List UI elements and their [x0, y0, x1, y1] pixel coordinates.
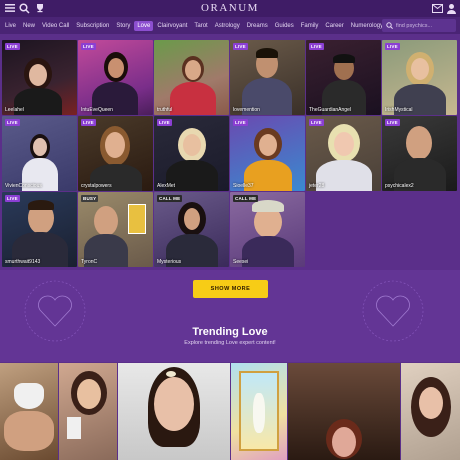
live-badge: LIVE [157, 119, 172, 126]
category-story[interactable]: Story [113, 21, 133, 31]
expert-card[interactable]: LIVE TheGuardianAngel [306, 40, 381, 115]
trending-card[interactable] [231, 363, 287, 460]
expert-card[interactable]: LIVE jeter28 [306, 116, 381, 191]
expert-name: IntuEveQueen [81, 107, 113, 113]
expert-card[interactable]: CALL ME Mysterious [154, 192, 229, 267]
show-more-button[interactable]: SHOW MORE [193, 280, 268, 298]
expert-card[interactable]: LIVE psychicalex2 [382, 116, 457, 191]
search-box [382, 19, 456, 32]
live-badge: LIVE [385, 43, 400, 50]
expert-name: Seesei [233, 259, 249, 265]
expert-name: crystalpowers [81, 183, 112, 189]
category-subscription[interactable]: Subscription [73, 21, 112, 31]
category-career[interactable]: Career [322, 21, 346, 31]
expert-card[interactable]: LIVE VivienConscious [2, 116, 77, 191]
expert-name: Sioelle37 [233, 183, 254, 189]
trending-card[interactable] [59, 363, 117, 460]
call-me-badge: CALL ME [233, 195, 259, 202]
category-dreams[interactable]: Dreams [244, 21, 271, 31]
category-clairvoyant[interactable]: Clairvoyant [154, 21, 190, 31]
call-me-badge: CALL ME [157, 195, 183, 202]
logo[interactable]: ORANUM [0, 2, 460, 14]
live-badge: LIVE [309, 43, 324, 50]
expert-name: jeter28 [309, 183, 325, 189]
trending-card[interactable] [401, 363, 460, 460]
trending-card[interactable] [118, 363, 230, 460]
expert-card[interactable]: LIVE IrishMystical [382, 40, 457, 115]
expert-card[interactable]: LIVE lovemention [230, 40, 305, 115]
category-astrology[interactable]: Astrology [212, 21, 243, 31]
live-badge: LIVE [5, 119, 20, 126]
expert-card[interactable]: LIVE smurthwait9143 [2, 192, 77, 267]
live-badge: LIVE [309, 119, 324, 126]
expert-card[interactable]: LIVE IntuEveQueen [78, 40, 153, 115]
expert-name: TheGuardianAngel [309, 107, 351, 113]
category-video-call[interactable]: Video Call [39, 21, 72, 31]
expert-card[interactable]: LIVE AlexMet [154, 116, 229, 191]
user-icon[interactable] [444, 1, 458, 15]
trending-card[interactable] [0, 363, 58, 460]
category-numerology[interactable]: Numerology [348, 21, 386, 31]
live-badge: LIVE [81, 119, 96, 126]
live-badge: LIVE [385, 119, 400, 126]
mail-icon[interactable] [430, 1, 444, 15]
expert-name: AlexMet [157, 183, 176, 189]
expert-card[interactable]: LIVE Sioelle37 [230, 116, 305, 191]
live-badge: LIVE [5, 43, 20, 50]
category-family[interactable]: Family [298, 21, 322, 31]
expert-name: IrishMystical [385, 107, 413, 113]
live-badge: LIVE [5, 195, 20, 202]
category-new[interactable]: New [20, 21, 38, 31]
trending-row [0, 363, 460, 460]
expert-name: Leelahel [5, 107, 24, 113]
live-badge: LIVE [233, 43, 248, 50]
expert-card[interactable]: LIVE Leelahel [2, 40, 77, 115]
top-bar: ORANUM [0, 0, 460, 17]
expert-card[interactable]: truthful [154, 40, 229, 115]
category-tarot[interactable]: Tarot [191, 21, 210, 31]
expert-name: smurthwait9143 [5, 259, 41, 265]
section-title: Trending Love [192, 326, 268, 338]
busy-badge: BUSY [81, 195, 99, 202]
section-subtitle: Explore trending Love expert content! [184, 340, 276, 346]
expert-name: psychicalex2 [385, 183, 414, 189]
live-badge: LIVE [81, 43, 96, 50]
expert-name: VivienConscious [5, 183, 42, 189]
expert-name: TyronC [81, 259, 98, 265]
category-live[interactable]: Live [2, 21, 19, 31]
search-icon [386, 22, 393, 29]
expert-name: truthful [157, 107, 173, 113]
expert-card[interactable]: CALL ME Seesei [230, 192, 305, 267]
expert-name: Mysterious [157, 259, 182, 265]
expert-name: lovemention [233, 107, 260, 113]
category-love[interactable]: Love [134, 20, 154, 31]
category-nav: Live New Video Call Subscription Story L… [0, 17, 460, 34]
live-badge: LIVE [233, 119, 248, 126]
trending-card[interactable] [288, 363, 400, 460]
expert-card[interactable]: BUSY TyronC [78, 192, 153, 267]
category-guides[interactable]: Guides [272, 21, 297, 31]
search-input[interactable] [396, 22, 454, 29]
expert-card[interactable]: LIVE crystalpowers [78, 116, 153, 191]
